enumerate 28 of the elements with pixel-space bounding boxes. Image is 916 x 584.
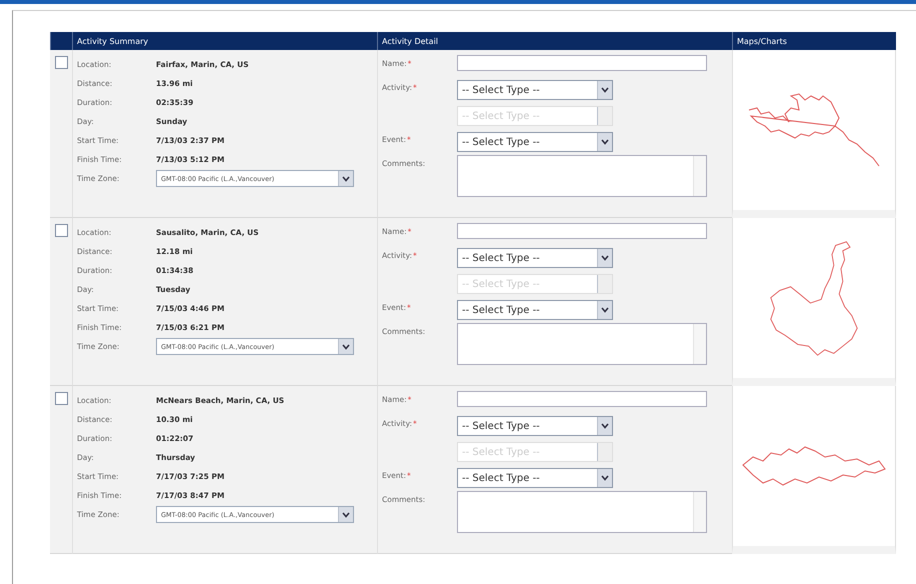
caret-icon bbox=[342, 512, 350, 518]
caret-icon bbox=[601, 255, 609, 261]
event-select[interactable]: -- Select Type -- bbox=[457, 132, 613, 152]
comments-field[interactable] bbox=[457, 155, 707, 197]
name-input[interactable] bbox=[457, 391, 707, 407]
column-header: Activity Detail bbox=[377, 32, 732, 50]
event-select[interactable]: -- Select Type -- bbox=[457, 300, 613, 320]
activity-select[interactable]: -- Select Type -- bbox=[457, 416, 613, 436]
caret-icon bbox=[342, 344, 350, 350]
caret-icon bbox=[601, 423, 609, 429]
checkbox[interactable] bbox=[54, 56, 68, 69]
event-select[interactable]: -- Select Type -- bbox=[457, 468, 613, 488]
column-header: Maps/Charts bbox=[732, 32, 896, 50]
checkbox[interactable] bbox=[54, 224, 68, 237]
caret-icon bbox=[601, 307, 609, 313]
comments-field[interactable] bbox=[457, 323, 707, 365]
name-input[interactable] bbox=[457, 55, 707, 71]
header-cell bbox=[50, 32, 72, 50]
caret-icon bbox=[342, 176, 350, 182]
activity-select[interactable]: -- Select Type -- bbox=[457, 80, 613, 100]
caret-icon bbox=[601, 139, 609, 145]
activity-select[interactable]: -- Select Type -- bbox=[457, 248, 613, 268]
column-header: Activity Summary bbox=[72, 32, 377, 50]
name-input[interactable] bbox=[457, 223, 707, 239]
caret-icon bbox=[601, 87, 609, 93]
caret-icon bbox=[601, 475, 609, 481]
checkbox[interactable] bbox=[54, 392, 68, 405]
comments-field[interactable] bbox=[457, 491, 707, 533]
